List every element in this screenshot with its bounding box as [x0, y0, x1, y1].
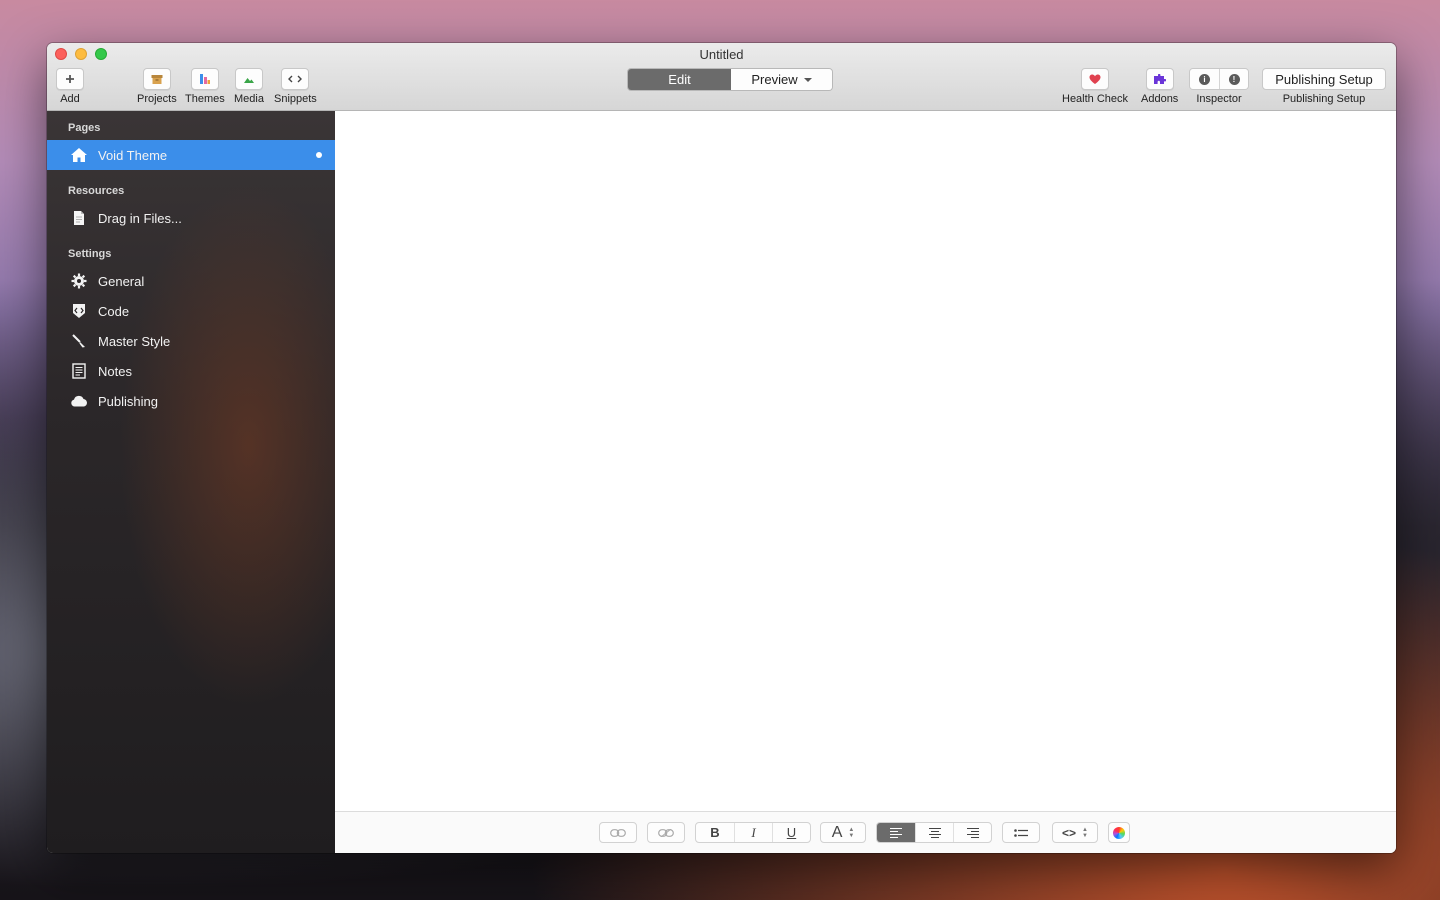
sidebar-item-label: Code: [98, 303, 130, 319]
toolbar-snippets[interactable]: Snippets: [274, 68, 317, 105]
unlink-icon: [658, 825, 674, 840]
home-icon: [69, 145, 89, 165]
sidebar-item-void-theme[interactable]: Void Theme: [47, 140, 335, 170]
edit-mode-button[interactable]: Edit: [628, 69, 731, 90]
sidebar-item-general[interactable]: General: [47, 266, 335, 296]
color-picker-button[interactable]: [1108, 822, 1130, 843]
sidebar-item-master-style[interactable]: Master Style: [47, 326, 335, 356]
font-size-label: A: [831, 823, 843, 841]
link-icon: [610, 825, 626, 840]
toolbar-themes-label: Themes: [185, 93, 225, 105]
inspector-right-button[interactable]: !: [1219, 69, 1248, 89]
align-center-icon: [928, 827, 941, 838]
info-icon: i: [1199, 73, 1210, 85]
sidebar-item-label: Publishing: [98, 393, 158, 409]
color-wheel-icon: [1113, 826, 1125, 839]
sidebar-item-label: Void Theme: [98, 147, 168, 163]
toolbar-inspector[interactable]: i ! Inspector: [1189, 68, 1249, 105]
resources-heading: Resources: [68, 185, 125, 197]
inspector-toggle-group: i !: [1189, 68, 1249, 90]
format-bar: B I U A ▲ ▼ <> ▲ ▼: [335, 811, 1396, 853]
toolbar-addons[interactable]: Addons: [1141, 68, 1178, 105]
chevron-down-icon: [803, 77, 812, 82]
code-format-stepper[interactable]: <> ▲ ▼: [1052, 822, 1098, 843]
align-left-button[interactable]: [877, 823, 915, 842]
image-icon[interactable]: [234, 68, 263, 90]
sidebar-item-publishing[interactable]: Publishing: [47, 386, 335, 416]
window-title: Untitled: [699, 47, 744, 62]
stepper-arrows-icon: ▲ ▼: [1082, 826, 1088, 839]
toolbar-projects[interactable]: Projects: [137, 68, 177, 105]
sidebar-item-notes[interactable]: Notes: [47, 356, 335, 386]
list-button[interactable]: [1002, 822, 1040, 843]
sidebar-item-label: Master Style: [98, 333, 171, 349]
unlink-button[interactable]: [647, 822, 685, 843]
info-icon: !: [1228, 73, 1240, 85]
plus-icon[interactable]: [56, 68, 84, 90]
stepper-arrows-icon: ▲ ▼: [848, 826, 855, 839]
sidebar-item-label: Drag in Files...: [98, 210, 182, 226]
editor-canvas[interactable]: [335, 111, 1396, 811]
brush-icon: [69, 331, 89, 351]
sidebar: Pages Void Theme Resources Drag in Files…: [47, 111, 335, 853]
gear-icon: [69, 271, 89, 291]
toolbar-addons-label: Addons: [1141, 93, 1179, 105]
italic-button[interactable]: I: [734, 823, 772, 842]
mode-switcher: Edit Preview: [627, 68, 833, 91]
toolbar-snippets-label: Snippets: [274, 93, 317, 105]
cloud-icon: [69, 391, 89, 411]
publishing-setup-button[interactable]: Publishing Setup: [1262, 68, 1386, 90]
toolbar-add[interactable]: Add: [56, 68, 84, 105]
bold-button[interactable]: B: [696, 823, 734, 842]
file-icon: [69, 208, 89, 228]
toolbar-projects-label: Projects: [137, 93, 177, 105]
toolbar-health-check-label: Health Check: [1062, 93, 1129, 105]
underline-button[interactable]: U: [772, 823, 810, 842]
toolbar-media-label: Media: [234, 93, 264, 105]
settings-heading: Settings: [68, 248, 112, 260]
themes-icon[interactable]: [190, 68, 219, 90]
heart-icon[interactable]: [1081, 68, 1110, 90]
toolbar-inspector-label: Inspector: [1196, 93, 1242, 105]
titlebar: Untitled Add Projects Themes Media Snipp…: [47, 43, 1396, 111]
toolbar-themes[interactable]: Themes: [185, 68, 225, 105]
list-icon: [1014, 825, 1028, 840]
inspector-left-button[interactable]: i: [1190, 69, 1219, 89]
sidebar-item-label: Notes: [98, 363, 132, 379]
text-style-group: B I U: [695, 822, 811, 843]
align-right-button[interactable]: [953, 823, 991, 842]
app-window: Untitled Add Projects Themes Media Snipp…: [47, 43, 1396, 853]
align-right-icon: [966, 827, 979, 838]
sidebar-item-label: General: [98, 273, 145, 289]
align-center-button[interactable]: [915, 823, 953, 842]
toolbar-health-check[interactable]: Health Check: [1062, 68, 1128, 105]
code-badge-icon: [69, 301, 89, 321]
puzzle-icon[interactable]: [1145, 68, 1174, 90]
preview-mode-label: Preview: [751, 72, 798, 87]
link-button[interactable]: [599, 822, 637, 843]
align-left-icon: [890, 827, 902, 838]
sidebar-item-code[interactable]: Code: [47, 296, 335, 326]
box-icon[interactable]: [142, 68, 171, 90]
sidebar-item-drag-in-files[interactable]: Drag in Files...: [47, 203, 335, 233]
toolbar-publishing-setup-label: Publishing Setup: [1282, 93, 1366, 105]
preview-mode-button[interactable]: Preview: [731, 69, 832, 90]
pages-heading: Pages: [68, 122, 101, 134]
code-format-label: <>: [1062, 825, 1077, 840]
toolbar-publishing-setup[interactable]: Publishing Setup Publishing Setup: [1262, 68, 1386, 105]
code-icon[interactable]: [281, 68, 310, 90]
toolbar-media[interactable]: Media: [234, 68, 264, 105]
font-size-stepper[interactable]: A ▲ ▼: [820, 822, 866, 843]
toolbar-add-label: Add: [60, 93, 80, 105]
unsaved-indicator: [316, 152, 322, 158]
alignment-group: [876, 822, 992, 843]
notes-icon: [69, 361, 89, 381]
